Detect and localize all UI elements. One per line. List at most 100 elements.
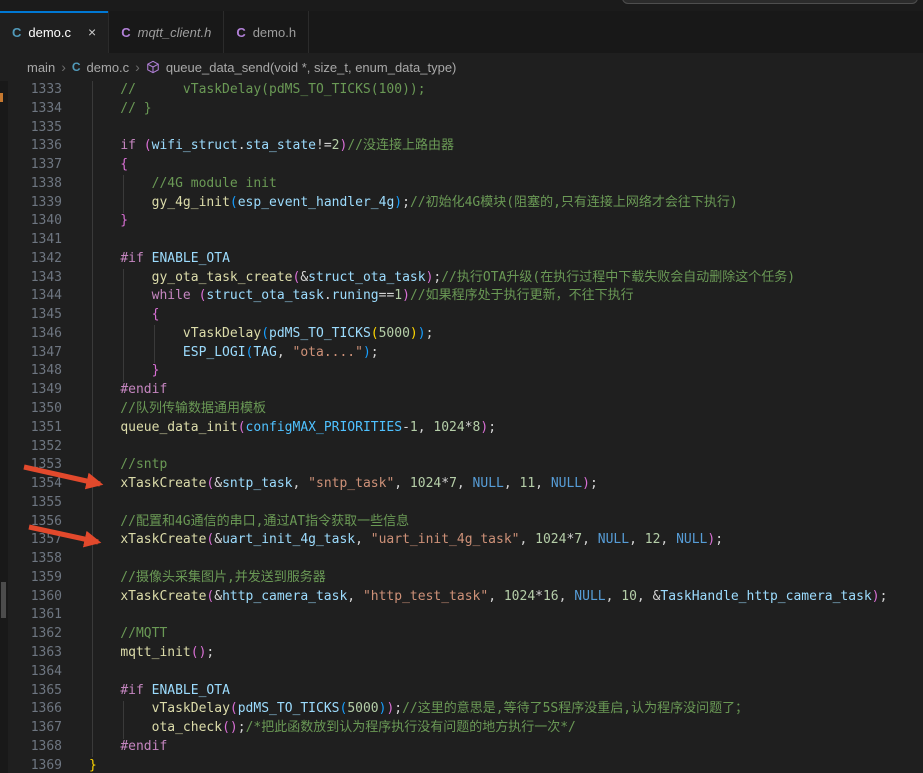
line-number[interactable]: 1364 [0, 663, 62, 682]
tab-label: demo.c [28, 24, 72, 40]
line-number[interactable]: 1360 [0, 588, 62, 607]
line-number[interactable]: 1337 [0, 156, 62, 175]
line-number[interactable]: 1363 [0, 644, 62, 663]
line-number[interactable]: 1355 [0, 494, 62, 513]
tab-demo-h[interactable]: C demo.h [224, 11, 310, 53]
code-line[interactable]: 1359 //摄像头采集图片,并发送到服务器 [0, 569, 923, 588]
code-line[interactable]: 1338 //4G module init [0, 175, 923, 194]
line-number[interactable]: 1367 [0, 719, 62, 738]
code-text: // vTaskDelay(pdMS_TO_TICKS(100)); [89, 82, 426, 97]
code-line[interactable]: 1333 // vTaskDelay(pdMS_TO_TICKS(100)); [0, 81, 923, 100]
code-text: } [89, 213, 129, 229]
code-line[interactable]: 1334 // } [0, 100, 923, 119]
line-number[interactable]: 1342 [0, 250, 62, 269]
line-number[interactable]: 1334 [0, 100, 62, 119]
code-line[interactable]: 1337 { [0, 156, 923, 175]
line-number[interactable]: 1369 [0, 757, 62, 773]
code-text: { [89, 157, 129, 173]
code-line[interactable]: 1360 xTaskCreate(&http_camera_task, "htt… [0, 588, 923, 607]
line-number[interactable]: 1368 [0, 738, 62, 757]
line-number[interactable]: 1350 [0, 400, 62, 419]
code-line[interactable]: 1369} [0, 757, 923, 773]
code-line[interactable]: 1363 mqtt_init(); [0, 644, 923, 663]
line-number[interactable]: 1358 [0, 550, 62, 569]
code-line[interactable]: 1353 //sntp [0, 456, 923, 475]
code-line[interactable]: 1368 #endif [0, 738, 923, 757]
code-text: vTaskDelay(pdMS_TO_TICKS(5000)); [182, 325, 434, 341]
tab-demo-c[interactable]: C demo.c × [0, 11, 110, 53]
line-number[interactable]: 1359 [0, 569, 62, 588]
code-line[interactable]: 1367 ota_check();/*把此函数放到认为程序执行没有问题的地方执行… [0, 719, 923, 738]
symbol-method-cube-icon [146, 60, 160, 74]
code-line[interactable]: 1351 queue_data_init(configMAX_PRIORITIE… [0, 419, 923, 438]
code-line[interactable]: 1358 [0, 550, 923, 569]
code-line[interactable]: 1361 [0, 606, 923, 625]
line-number[interactable]: 1353 [0, 456, 62, 475]
code-line[interactable]: 1335 [0, 119, 923, 138]
breadcrumb-item-file[interactable]: demo.c [87, 60, 130, 75]
line-number[interactable]: 1335 [0, 119, 62, 138]
line-number[interactable]: 1346 [0, 325, 62, 344]
code-text: // } [89, 100, 152, 116]
code-text: vTaskDelay(pdMS_TO_TICKS(5000));//这里的意思是… [151, 701, 749, 717]
code-text: //队列传输数据通用模板 [89, 401, 266, 417]
line-number[interactable]: 1345 [0, 306, 62, 325]
code-text: } [89, 363, 160, 379]
code-line[interactable]: 1343 gy_ota_task_create(&struct_ota_task… [0, 269, 923, 288]
line-number[interactable]: 1347 [0, 344, 62, 363]
line-number[interactable]: 1338 [0, 175, 62, 194]
code-line[interactable]: 1342 #if ENABLE_OTA [0, 250, 923, 269]
c-file-icon: C [236, 24, 246, 40]
line-number[interactable]: 1339 [0, 194, 62, 213]
code-text: xTaskCreate(&uart_init_4g_task, "uart_in… [120, 532, 724, 548]
code-line[interactable]: 1357 xTaskCreate(&uart_init_4g_task, "ua… [0, 531, 923, 550]
code-editor[interactable]: 1333 // vTaskDelay(pdMS_TO_TICKS(100)); 1… [0, 81, 923, 773]
code-text: ESP_LOGI(TAG, "ota...."); [182, 344, 379, 360]
tab-mqtt-client-h[interactable]: C mqtt_client.h [109, 11, 225, 53]
code-text: //sntp [89, 457, 168, 473]
code-line[interactable]: 1341 [0, 231, 923, 250]
code-lines[interactable]: 1333 // vTaskDelay(pdMS_TO_TICKS(100)); 1… [0, 81, 923, 773]
close-icon[interactable]: × [88, 25, 96, 39]
line-number[interactable]: 1336 [0, 137, 62, 156]
line-number[interactable]: 1352 [0, 438, 62, 457]
code-text: ota_check();/*把此函数放到认为程序执行没有问题的地方执行一次*/ [151, 720, 576, 736]
code-line[interactable]: 1355 [0, 494, 923, 513]
line-number[interactable]: 1343 [0, 269, 62, 288]
line-number[interactable]: 1361 [0, 606, 62, 625]
code-line[interactable]: 1356 //配置和4G通信的串口,通过AT指令获取一些信息 [0, 513, 923, 532]
code-line[interactable]: 1344 while (struct_ota_task.runing==1)//… [0, 287, 923, 306]
line-number[interactable]: 1333 [0, 81, 62, 100]
line-number[interactable]: 1351 [0, 419, 62, 438]
code-line[interactable]: 1366 vTaskDelay(pdMS_TO_TICKS(5000));//这… [0, 700, 923, 719]
code-line[interactable]: 1350 //队列传输数据通用模板 [0, 400, 923, 419]
code-line[interactable]: 1347 ESP_LOGI(TAG, "ota...."); [0, 344, 923, 363]
line-number[interactable]: 1349 [0, 381, 62, 400]
line-number[interactable]: 1354 [0, 475, 62, 494]
code-line[interactable]: 1348 } [0, 362, 923, 381]
code-line[interactable]: 1364 [0, 663, 923, 682]
line-number[interactable]: 1366 [0, 700, 62, 719]
c-file-icon: C [12, 24, 22, 40]
breadcrumb-item-main[interactable]: main [27, 60, 55, 75]
code-line[interactable]: 1352 [0, 438, 923, 457]
code-line[interactable]: 1336 if (wifi_struct.sta_state!=2)//没连接上… [0, 137, 923, 156]
line-number[interactable]: 1362 [0, 625, 62, 644]
code-line[interactable]: 1362 //MQTT [0, 625, 923, 644]
code-line[interactable]: 1354 xTaskCreate(&sntp_task, "sntp_task"… [0, 475, 923, 494]
line-number[interactable]: 1341 [0, 231, 62, 250]
line-number[interactable]: 1357 [0, 531, 62, 550]
code-line[interactable]: 1345 { [0, 306, 923, 325]
line-number[interactable]: 1365 [0, 682, 62, 701]
command-center-searchbox[interactable] [622, 0, 918, 4]
code-line[interactable]: 1346 vTaskDelay(pdMS_TO_TICKS(5000)); [0, 325, 923, 344]
code-line[interactable]: 1365 #if ENABLE_OTA [0, 682, 923, 701]
breadcrumb-item-symbol[interactable]: queue_data_send(void *, size_t, enum_dat… [166, 60, 457, 75]
code-line[interactable]: 1340 } [0, 212, 923, 231]
code-line[interactable]: 1339 gy_4g_init(esp_event_handler_4g);//… [0, 194, 923, 213]
line-number[interactable]: 1340 [0, 212, 62, 231]
code-line[interactable]: 1349 #endif [0, 381, 923, 400]
line-number[interactable]: 1348 [0, 362, 62, 381]
line-number[interactable]: 1356 [0, 513, 62, 532]
line-number[interactable]: 1344 [0, 287, 62, 306]
